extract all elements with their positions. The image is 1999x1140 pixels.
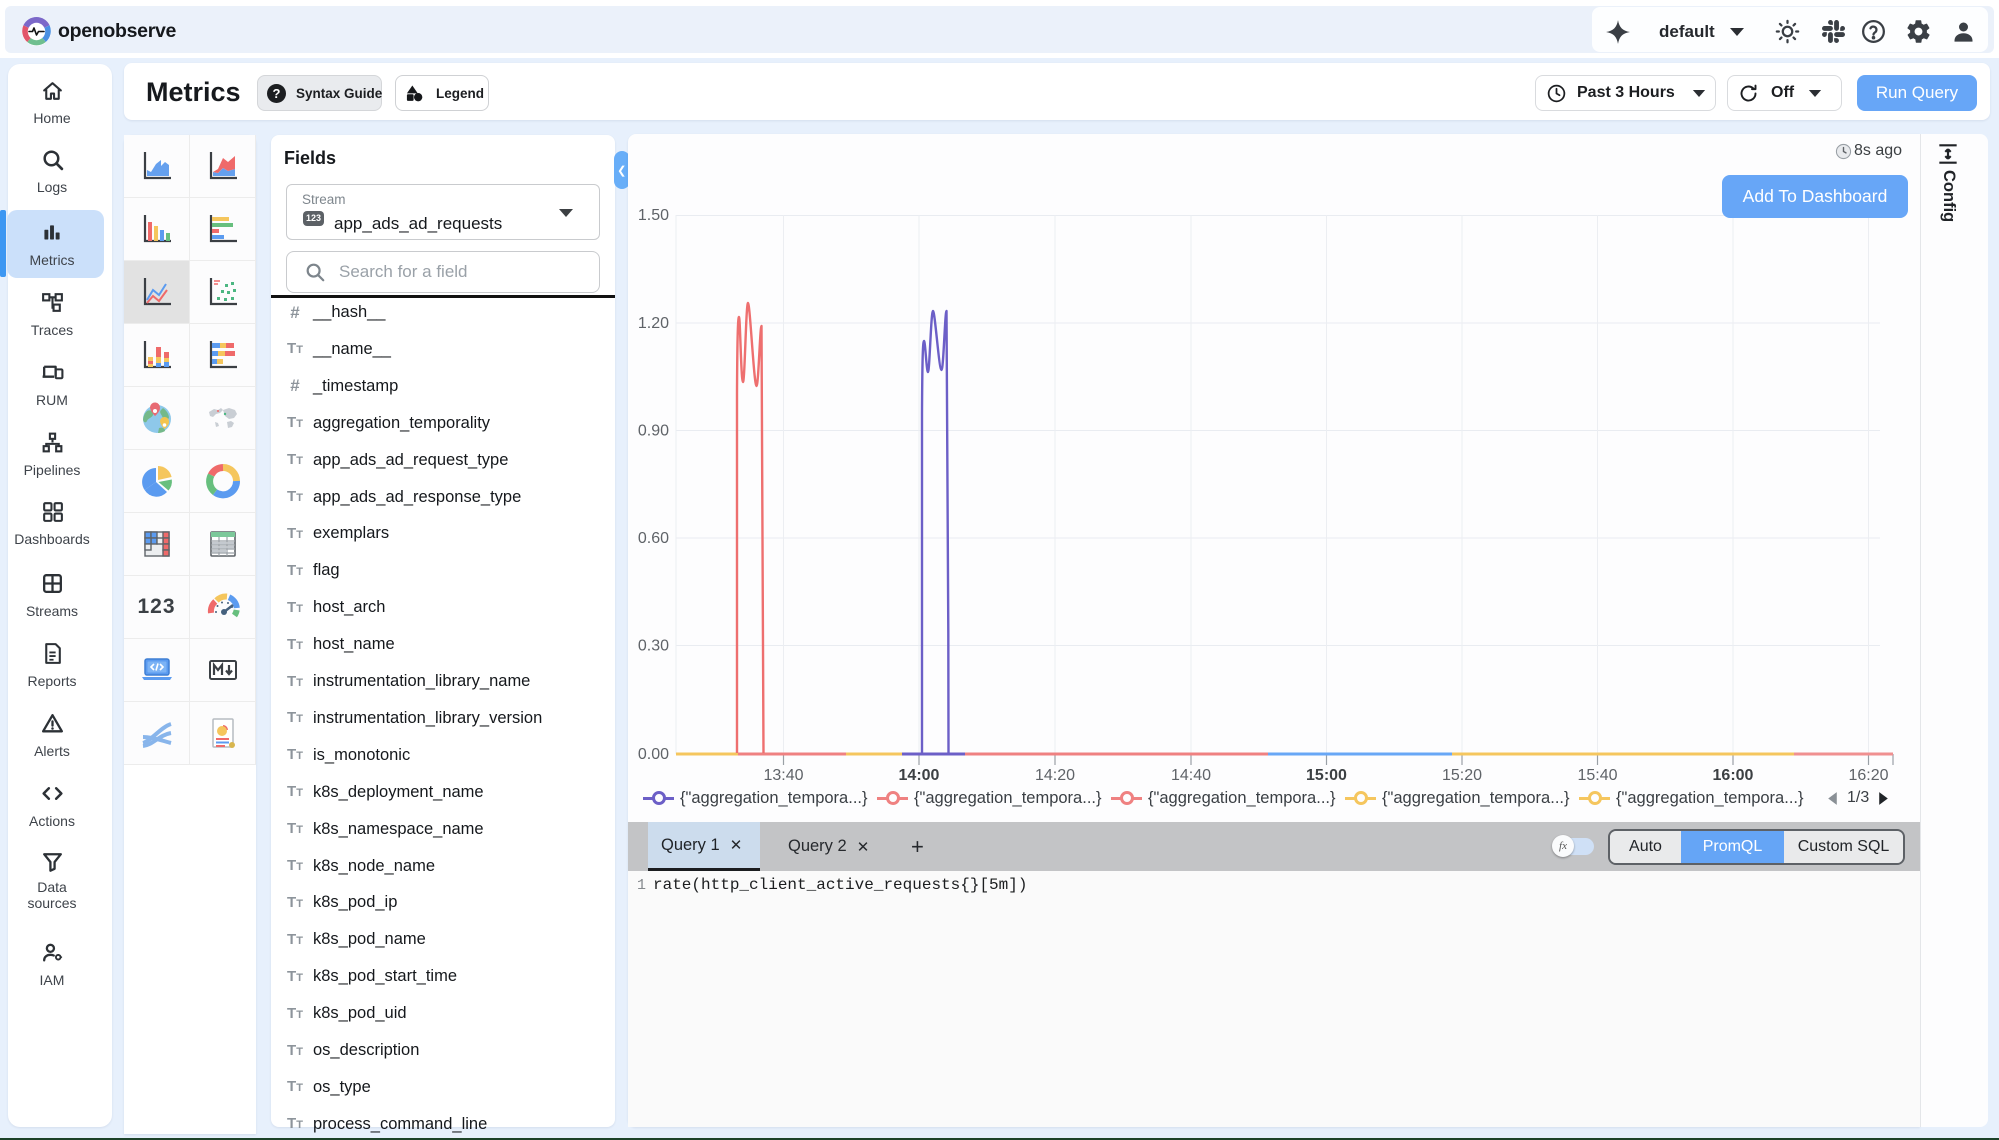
svg-text:1.50: 1.50 xyxy=(638,207,669,224)
svg-text:13:40: 13:40 xyxy=(763,767,803,784)
svg-text:0.30: 0.30 xyxy=(638,638,669,655)
svg-text:16:20: 16:20 xyxy=(1848,767,1888,784)
svg-text:16:00: 16:00 xyxy=(1713,767,1754,784)
svg-text:1.20: 1.20 xyxy=(638,315,669,332)
svg-text:15:00: 15:00 xyxy=(1306,767,1347,784)
svg-text:14:20: 14:20 xyxy=(1035,767,1075,784)
svg-text:0.00: 0.00 xyxy=(638,746,669,763)
svg-text:0.90: 0.90 xyxy=(638,423,669,440)
svg-text:0.60: 0.60 xyxy=(638,530,669,547)
svg-text:14:40: 14:40 xyxy=(1171,767,1211,784)
svg-text:14:00: 14:00 xyxy=(899,767,940,784)
svg-text:15:20: 15:20 xyxy=(1442,767,1482,784)
svg-text:15:40: 15:40 xyxy=(1577,767,1617,784)
